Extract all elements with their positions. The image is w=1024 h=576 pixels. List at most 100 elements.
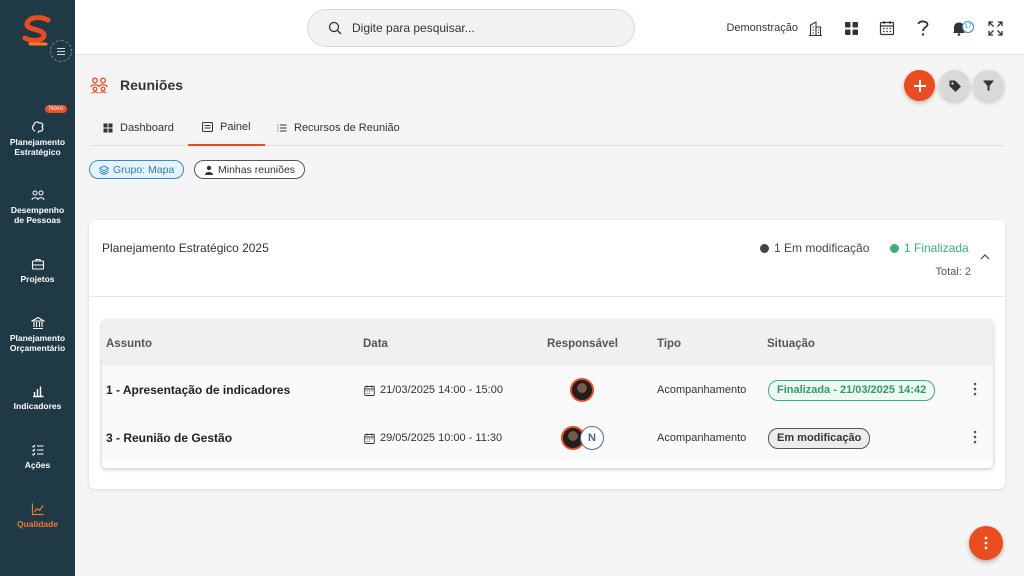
building-icon bbox=[808, 20, 822, 36]
calendar-icon bbox=[879, 21, 895, 36]
sidebar-label: Estratégico bbox=[14, 147, 61, 157]
layers-icon bbox=[99, 164, 109, 175]
column-header-responsavel[interactable]: Responsável bbox=[547, 338, 618, 350]
fullscreen-icon bbox=[987, 20, 1003, 36]
chip-label: Grupo: Mapa bbox=[113, 163, 175, 176]
total-count: Total: 2 bbox=[935, 266, 971, 278]
avatar[interactable] bbox=[570, 378, 594, 402]
meeting-date-cell: 29/05/2025 10:00 - 11:30 bbox=[364, 414, 502, 462]
meeting-group-card: Planejamento Estratégico 2025 1 Em modif… bbox=[89, 220, 1005, 489]
more-options-icon[interactable] bbox=[973, 382, 977, 396]
calendar-icon bbox=[364, 385, 375, 396]
group-filter-chip[interactable]: Grupo: Mapa bbox=[89, 160, 185, 179]
sidebar-label: Indicadores bbox=[13, 401, 62, 411]
sidebar: Novo Planejamento Estratégico Desempenho… bbox=[0, 0, 75, 576]
notifications-button[interactable]: 17 bbox=[950, 19, 974, 37]
panel-icon bbox=[202, 122, 213, 132]
meeting-type: Acompanhamento bbox=[657, 384, 747, 396]
sidebar-item-acoes[interactable]: Ações bbox=[0, 443, 75, 470]
plus-icon bbox=[913, 79, 926, 92]
sidebar-item-qualidade[interactable]: Qualidade bbox=[0, 502, 75, 529]
topbar-actions: Demonstração 17 bbox=[726, 14, 1004, 42]
tab-recursos-de-reuniao[interactable]: Recursos de Reunião bbox=[277, 110, 400, 146]
topbar: Digite para pesquisar... Demonstração 17 bbox=[75, 0, 1024, 55]
chip-label: Minhas reuniões bbox=[218, 163, 296, 176]
more-options-icon[interactable] bbox=[973, 430, 977, 444]
filter-icon bbox=[983, 80, 994, 91]
status-summary-finalized: 1 Finalizada bbox=[890, 241, 969, 255]
floating-actions-button[interactable] bbox=[969, 526, 1003, 560]
sidebar-item-planejamento-orcamentario[interactable]: Planejamento Orçamentário bbox=[0, 316, 75, 353]
tab-label: Recursos de Reunião bbox=[294, 122, 400, 134]
meeting-date: 21/03/2025 14:00 - 15:00 bbox=[380, 384, 503, 396]
sidebar-item-desempenho-pessoas[interactable]: Desempenho de Pessoas bbox=[0, 188, 75, 225]
briefcase-icon bbox=[31, 258, 44, 270]
column-header-tipo[interactable]: Tipo bbox=[657, 338, 681, 350]
status-cell: Finalizada - 21/03/2025 14:42 bbox=[768, 366, 936, 414]
chevron-up-icon[interactable] bbox=[980, 253, 990, 261]
avatar-initial[interactable]: N bbox=[580, 426, 604, 450]
hamburger-icon bbox=[57, 47, 65, 55]
status-summary-modification: 1 Em modificação bbox=[760, 241, 869, 255]
sidebar-item-projetos[interactable]: Projetos bbox=[0, 257, 75, 284]
search-placeholder: Digite para pesquisar... bbox=[352, 21, 475, 35]
search-input[interactable]: Digite para pesquisar... bbox=[307, 9, 635, 47]
table-row[interactable]: 1 - Apresentação de indicadores 21/03/20… bbox=[102, 366, 993, 414]
sidebar-label: Ações bbox=[24, 460, 51, 470]
status-dot bbox=[890, 243, 899, 253]
status-dot bbox=[760, 243, 769, 253]
meetings-table: Assunto Data Responsável Tipo Situação 1… bbox=[102, 320, 993, 468]
responsible-cell bbox=[570, 366, 594, 414]
meeting-date-cell: 21/03/2025 14:00 - 15:00 bbox=[364, 366, 503, 414]
meeting-subject[interactable]: 3 - Reunião de Gestão bbox=[106, 414, 232, 462]
app-logo[interactable] bbox=[20, 14, 54, 50]
search-icon bbox=[328, 21, 342, 35]
filter-button[interactable] bbox=[973, 70, 1004, 101]
my-meetings-chip[interactable]: Minhas reuniões bbox=[194, 160, 306, 179]
company-label[interactable]: Demonstração bbox=[726, 22, 798, 34]
tab-painel[interactable]: Painel bbox=[188, 110, 265, 146]
column-header-situacao[interactable]: Situação bbox=[767, 338, 815, 350]
notification-count: 17 bbox=[962, 21, 974, 33]
meeting-date: 29/05/2025 10:00 - 11:30 bbox=[380, 432, 503, 444]
sidebar-label: de Pessoas bbox=[14, 215, 61, 225]
tab-label: Dashboard bbox=[120, 122, 174, 134]
table-header: Assunto Data Responsável Tipo Situação bbox=[102, 320, 993, 366]
tab-bar: Dashboard Painel Recursos de Reunião bbox=[90, 110, 1005, 146]
apps-button[interactable] bbox=[842, 19, 860, 37]
responsible-cell: N bbox=[561, 414, 604, 462]
more-vertical-icon bbox=[984, 536, 988, 550]
sidebar-label: Qualidade bbox=[16, 519, 59, 529]
menu-toggle-button[interactable] bbox=[50, 40, 72, 62]
column-header-assunto[interactable]: Assunto bbox=[106, 338, 152, 350]
card-title: Planejamento Estratégico 2025 bbox=[102, 241, 269, 255]
calendar-button[interactable] bbox=[878, 19, 896, 37]
card-header[interactable]: Planejamento Estratégico 2025 1 Em modif… bbox=[89, 220, 1005, 297]
help-button[interactable] bbox=[914, 19, 932, 37]
tags-button[interactable] bbox=[939, 70, 970, 101]
list-icon bbox=[277, 124, 287, 132]
sidebar-item-planejamento-estrategico[interactable]: Planejamento Estratégico bbox=[0, 120, 75, 157]
fullscreen-button[interactable] bbox=[986, 19, 1004, 37]
page-title: Reuniões bbox=[120, 77, 184, 93]
sidebar-item-indicadores[interactable]: Indicadores bbox=[0, 384, 75, 411]
meeting-icon bbox=[90, 77, 108, 94]
table-row[interactable]: 3 - Reunião de Gestão 29/05/2025 10:00 -… bbox=[102, 414, 993, 462]
tab-label: Painel bbox=[220, 121, 251, 133]
status-badge: Finalizada - 21/03/2025 14:42 bbox=[768, 379, 936, 401]
sidebar-label: Projetos bbox=[20, 274, 55, 284]
help-icon bbox=[917, 20, 929, 36]
meeting-subject[interactable]: 1 - Apresentação de indicadores bbox=[106, 366, 290, 414]
brain-icon bbox=[31, 121, 43, 134]
status-summary-label: 1 Finalizada bbox=[904, 241, 969, 255]
grid-icon bbox=[844, 21, 858, 35]
add-meeting-button[interactable] bbox=[904, 70, 935, 101]
bank-icon bbox=[30, 316, 45, 330]
person-icon bbox=[205, 165, 213, 175]
new-badge: Novo bbox=[45, 105, 68, 113]
column-header-data[interactable]: Data bbox=[363, 338, 388, 350]
company-switch-button[interactable] bbox=[806, 19, 824, 37]
status-summary-label: 1 Em modificação bbox=[774, 241, 870, 255]
status-badge: Em modificação bbox=[768, 427, 871, 449]
tab-dashboard[interactable]: Dashboard bbox=[103, 110, 174, 146]
